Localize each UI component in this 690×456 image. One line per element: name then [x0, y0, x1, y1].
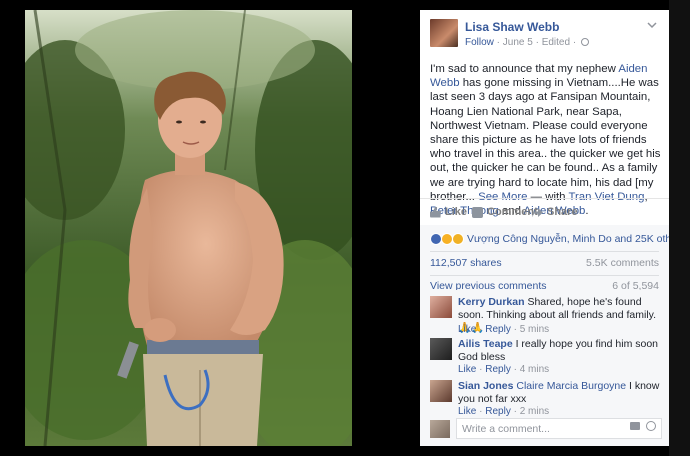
comment-like-link[interactable]: Like	[458, 364, 476, 375]
post-text-part: has gone missing in Vietnam....He was la…	[430, 77, 661, 203]
page-edge	[669, 0, 690, 456]
reactions-text: Vượng Công Nguyễn, Minh Do and 25K other…	[467, 233, 669, 245]
commenter-name[interactable]: Kerry Durkan	[458, 296, 525, 308]
comment-time[interactable]: · 5 mins	[511, 324, 550, 335]
post-date[interactable]: · June 5 · Edited ·	[494, 37, 579, 48]
post-text: I'm sad to announce that my nephew Aiden…	[430, 62, 662, 218]
chevron-down-icon[interactable]	[647, 20, 657, 30]
share-button[interactable]: Share	[532, 206, 578, 218]
commenter-name[interactable]: Ailis Teape	[458, 338, 513, 350]
post-photo[interactable]	[25, 10, 352, 446]
comment-icon	[472, 206, 483, 218]
divider	[430, 275, 659, 276]
author-avatar[interactable]	[430, 19, 458, 47]
thumbs-up-icon	[430, 206, 441, 218]
camera-icon[interactable]	[630, 422, 640, 430]
action-bar: Like Comment Share	[420, 198, 669, 224]
photo-image	[25, 10, 352, 446]
post-panel: Lisa Shaw Webb Follow · June 5 · Edited …	[420, 10, 669, 446]
divider	[430, 251, 659, 252]
comment-reply-link[interactable]: Reply	[485, 364, 511, 375]
share-icon	[532, 208, 543, 218]
comment-text: Ailis Teape I really hope you find him s…	[458, 338, 662, 364]
comment-meta: Like · Reply · 5 mins	[458, 324, 550, 335]
share-label: Share	[547, 206, 578, 218]
post-text-part: I'm sad to announce that my nephew	[430, 63, 619, 75]
comment-meta: Like · Reply · 4 mins	[458, 364, 550, 375]
photo-viewer	[0, 0, 418, 456]
shares-count[interactable]: 112,507 shares	[430, 257, 502, 269]
comments-count[interactable]: 5.5K comments	[586, 257, 659, 269]
smiley-icon[interactable]	[646, 421, 656, 431]
wow-reaction-icon	[452, 233, 464, 245]
commenter-avatar[interactable]	[430, 338, 452, 360]
commenter-avatar[interactable]	[430, 296, 452, 318]
post-header: Lisa Shaw Webb Follow · June 5 · Edited …	[420, 10, 669, 56]
comment-time[interactable]: · 4 mins	[511, 364, 550, 375]
author-name[interactable]: Lisa Shaw Webb	[465, 20, 559, 34]
viewer-avatar	[430, 420, 450, 438]
like-button[interactable]: Like	[430, 206, 467, 218]
tag-link[interactable]: Claire Marcia Burgoyne	[513, 380, 626, 392]
commenter-avatar[interactable]	[430, 380, 452, 402]
comment-reply-link[interactable]: Reply	[485, 324, 511, 335]
comment-composer: Write a comment...	[430, 416, 662, 440]
comment-button[interactable]: Comment	[472, 206, 538, 218]
like-label: Like	[445, 206, 468, 218]
commenter-name[interactable]: Sian Jones	[458, 380, 513, 392]
post-meta: Follow · June 5 · Edited ·	[465, 37, 589, 48]
reactions-summary[interactable]: Vượng Công Nguyễn, Minh Do and 25K other…	[430, 233, 669, 245]
follow-link[interactable]: Follow	[465, 37, 494, 48]
comment-label: Comment	[487, 206, 538, 218]
post-stats: Vượng Công Nguyễn, Minh Do and 25K other…	[420, 225, 669, 300]
globe-icon	[580, 38, 589, 46]
comment-like-link[interactable]: Like	[458, 324, 476, 335]
comment-text: Sian Jones Claire Marcia Burgoyne I know…	[458, 380, 662, 406]
